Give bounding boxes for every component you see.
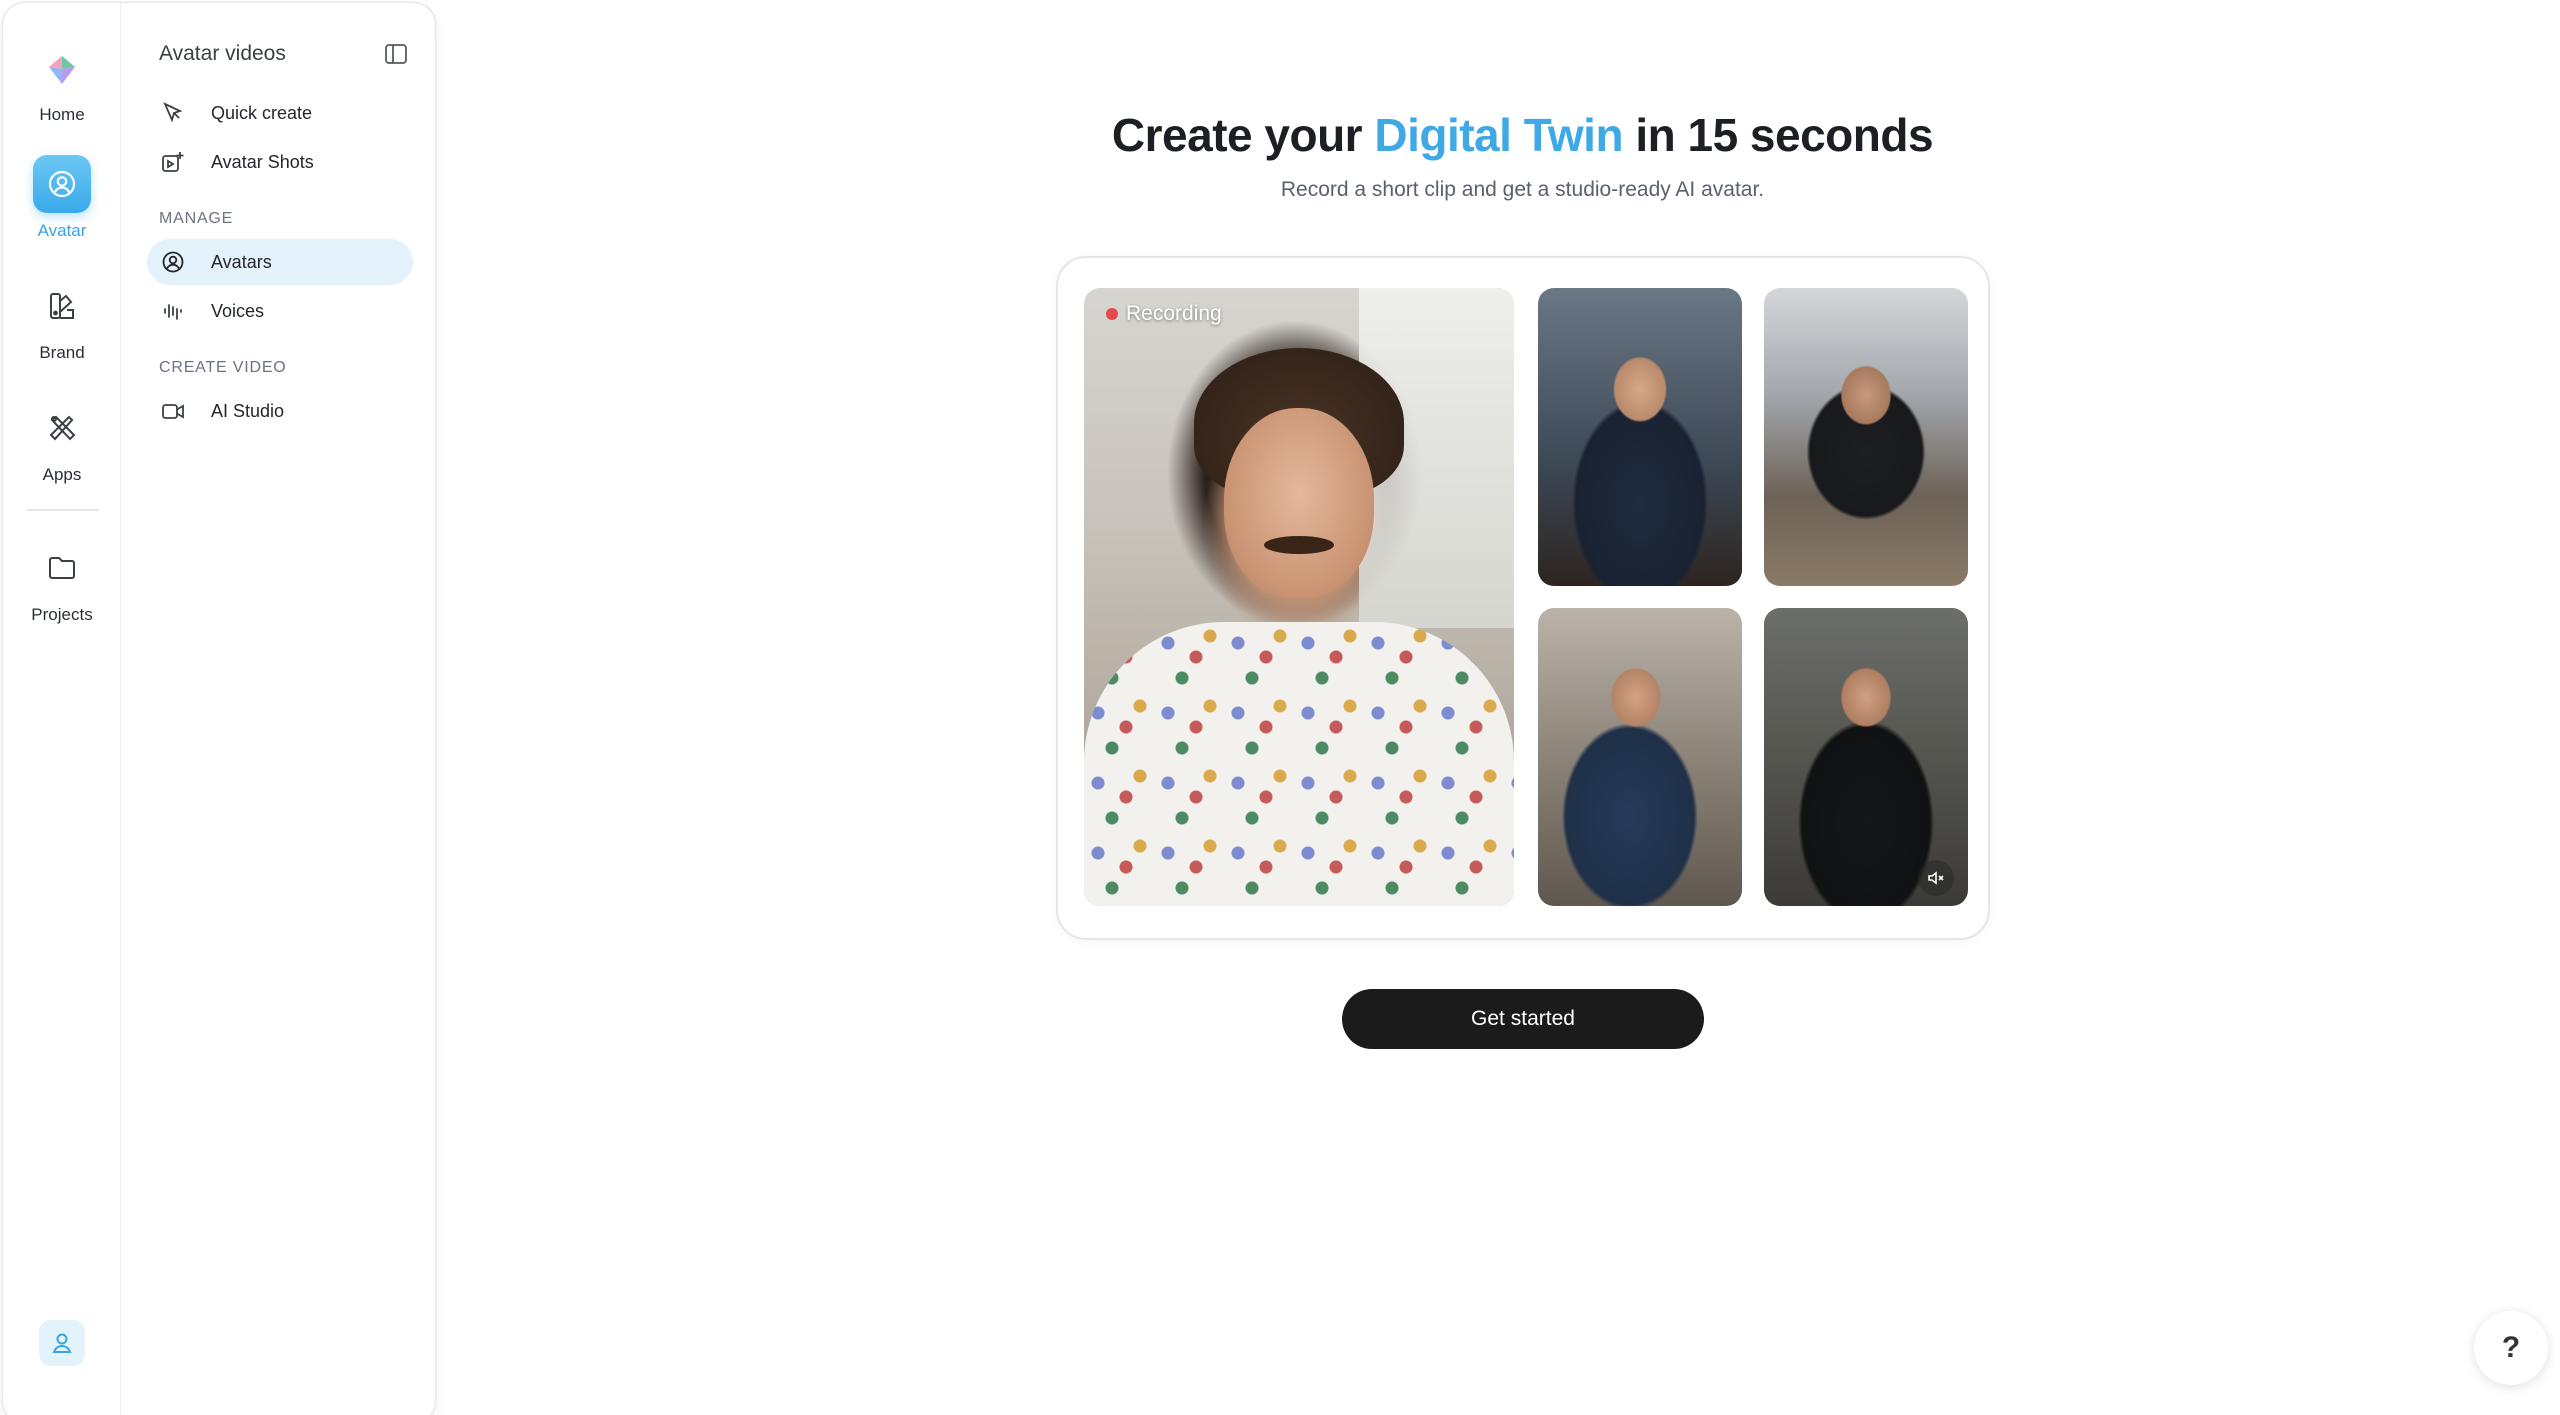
rail-label-brand: Brand — [39, 343, 85, 362]
section-label-create-video: CREATE VIDEO — [159, 359, 287, 376]
nav-label: Avatars — [211, 251, 272, 272]
sidebar: Home Avatar Brand Apps Projects Avatar v… — [3, 3, 435, 1415]
recording-label: Recording — [1126, 302, 1222, 325]
avatar-circle-icon — [159, 248, 187, 276]
get-started-button[interactable]: Get started — [1342, 989, 1704, 1049]
nav-item-avatars[interactable]: Avatars — [147, 239, 413, 285]
nav-label: Voices — [211, 300, 265, 321]
video-camera-icon — [159, 397, 187, 425]
rail-label-avatar: Avatar — [37, 221, 87, 240]
icon-rail: Home Avatar Brand Apps Projects — [3, 3, 121, 1415]
title-suffix: in 15 seconds — [1623, 109, 1934, 161]
page-title: Create your Digital Twin in 15 seconds — [0, 108, 2560, 162]
rail-item-projects[interactable]: Projects — [3, 539, 121, 625]
user-profile-button[interactable] — [39, 1320, 85, 1366]
help-button[interactable]: ? — [2474, 1311, 2548, 1385]
avatar-sample-cafe — [1538, 608, 1742, 906]
rail-label-apps: Apps — [42, 465, 82, 484]
subnav-header: Avatar videos — [159, 39, 409, 69]
collapse-sidebar-icon[interactable] — [383, 41, 409, 67]
sub-navigation: Avatar videos Quick create Avatar Shots … — [121, 3, 435, 1415]
mute-button[interactable] — [1918, 860, 1954, 896]
logo-icon — [33, 41, 91, 99]
waveform-icon — [159, 297, 187, 325]
section-label-manage: MANAGE — [159, 210, 234, 227]
user-icon — [52, 1333, 72, 1353]
recording-badge: Recording — [1106, 302, 1222, 326]
subnav-title: Avatar videos — [159, 42, 286, 65]
speaker-muted-icon — [1928, 871, 1944, 885]
avatar-face — [1224, 408, 1374, 598]
avatar-mustache — [1264, 536, 1334, 554]
rail-item-apps[interactable]: Apps — [3, 399, 121, 485]
apps-icon — [33, 399, 91, 457]
recording-video-tile: Recording — [1084, 288, 1514, 906]
recording-dot-icon — [1106, 308, 1118, 320]
rail-label-projects: Projects — [31, 605, 93, 624]
brand-kit-icon — [33, 277, 91, 335]
app-root: Home Avatar Brand Apps Projects Avatar v… — [0, 0, 2560, 1415]
folder-icon — [33, 539, 91, 597]
nav-label: AI Studio — [211, 400, 285, 421]
avatar-preview-card: Recording — [1056, 256, 1990, 940]
avatar-sample-stage — [1764, 608, 1968, 906]
nav-item-voices[interactable]: Voices — [147, 288, 413, 334]
avatar-sample-office — [1538, 288, 1742, 586]
title-prefix: Create your — [1111, 109, 1375, 161]
avatar-shirt — [1084, 621, 1514, 906]
nav-item-ai-studio[interactable]: AI Studio — [147, 388, 413, 434]
title-highlight: Digital Twin — [1374, 109, 1624, 161]
rail-divider — [27, 509, 99, 511]
avatar-sample-mountain — [1764, 288, 1968, 586]
rail-item-brand[interactable]: Brand — [3, 277, 121, 363]
page-subtitle: Record a short clip and get a studio-rea… — [1280, 178, 1765, 201]
